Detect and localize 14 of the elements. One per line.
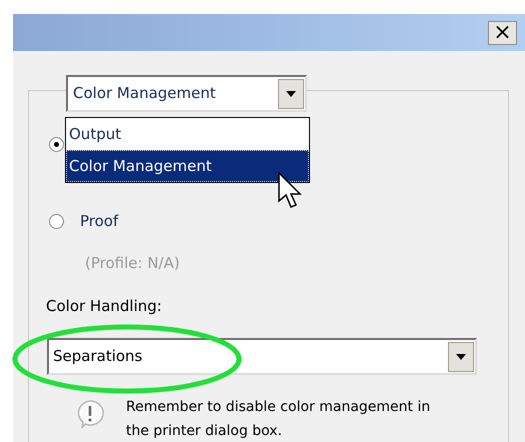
close-button[interactable]: × (488, 20, 517, 44)
dropdown-arrow-button[interactable] (278, 78, 304, 108)
note-text: Remember to disable color management in the printer dialog box. (126, 398, 432, 441)
dropdown-field[interactable]: Separations (47, 338, 477, 375)
dropdown-option[interactable]: Color Management (66, 150, 309, 182)
field-label: Color Handling: (46, 296, 162, 316)
radio-button[interactable] (49, 214, 64, 228)
profile-note: (Profile: N/A) (85, 253, 180, 274)
radio-button[interactable] (49, 136, 64, 152)
caret-icon (456, 354, 466, 360)
caret-icon (286, 90, 296, 96)
dropdown-field[interactable]: Color Management (66, 75, 307, 112)
radio-label[interactable]: Proof (80, 210, 118, 232)
dropdown-arrow-button[interactable] (448, 342, 474, 372)
